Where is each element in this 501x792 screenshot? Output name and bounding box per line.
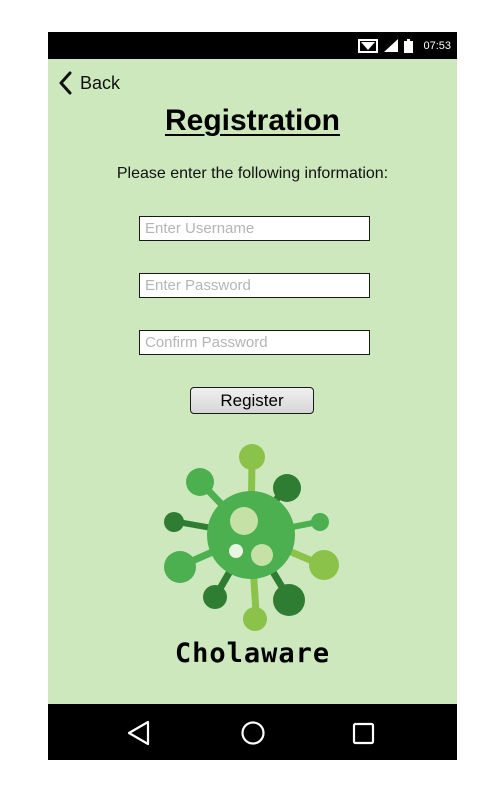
confirm-password-input[interactable] xyxy=(139,330,370,355)
wifi-icon xyxy=(358,38,379,53)
signal-icon xyxy=(384,39,399,52)
register-button[interactable]: Register xyxy=(190,387,314,414)
status-time: 07:53 xyxy=(423,39,451,52)
chevron-left-icon xyxy=(59,71,72,95)
back-label: Back xyxy=(80,72,121,93)
nav-home-icon[interactable] xyxy=(238,718,268,748)
instructions-text: Please enter the following information: xyxy=(116,165,389,182)
nav-recents-icon[interactable] xyxy=(348,718,378,748)
virus-logo-icon xyxy=(164,444,339,631)
password-input[interactable] xyxy=(139,273,370,298)
username-input[interactable] xyxy=(139,216,370,241)
status-bar: 07:53 xyxy=(48,32,457,59)
nav-back-icon[interactable] xyxy=(124,718,154,748)
battery-icon xyxy=(404,38,414,53)
phone-screen: 07:53 Back Registration Please enter the… xyxy=(48,32,457,760)
status-icons: 07:53 xyxy=(358,37,451,54)
back-button[interactable]: Back xyxy=(58,70,120,96)
brand-name: Cholaware xyxy=(174,638,331,669)
page-title: Registration xyxy=(164,104,341,137)
navigation-bar xyxy=(48,704,457,760)
